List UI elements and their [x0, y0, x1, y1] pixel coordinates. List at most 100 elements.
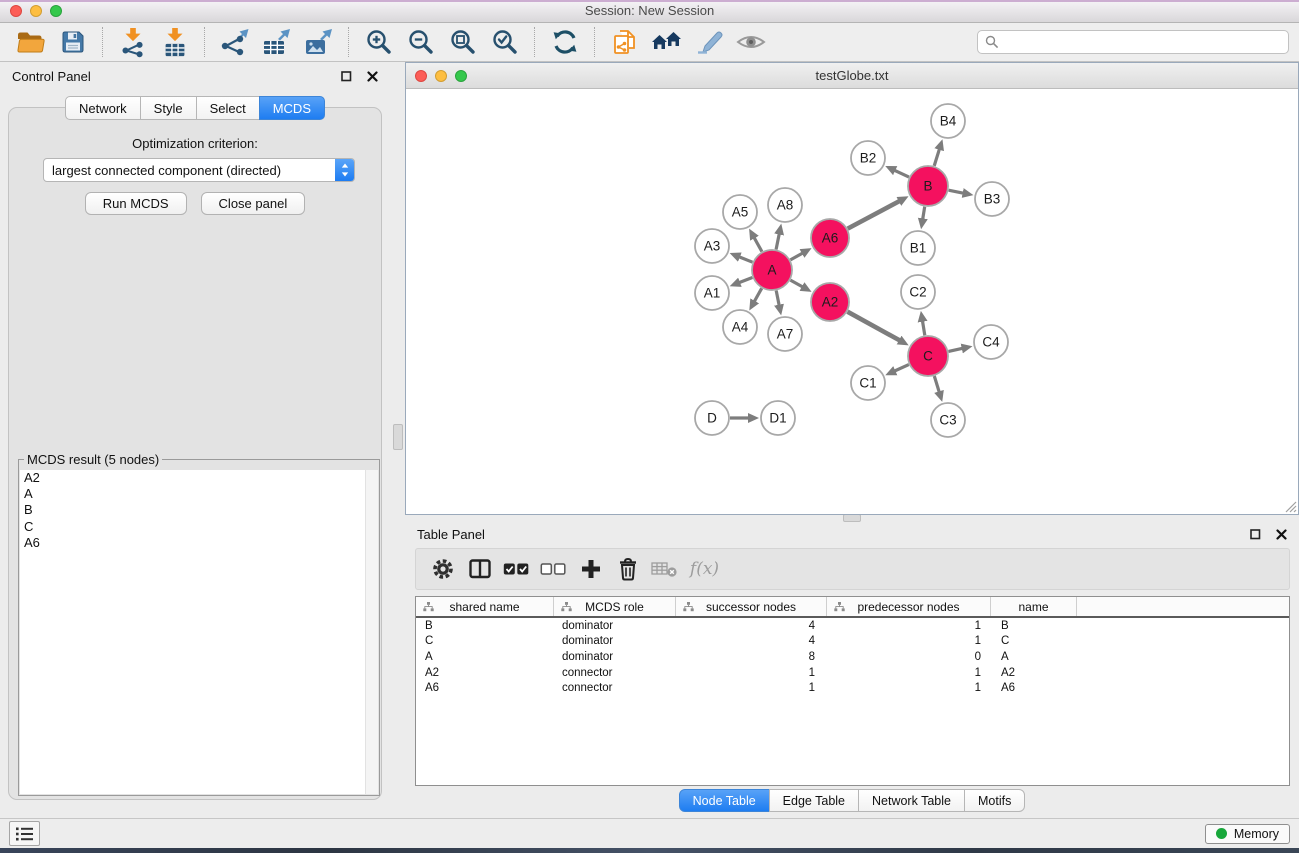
export-image-button[interactable]: [303, 26, 335, 58]
create-column-button[interactable]: [572, 552, 609, 586]
import-table-button[interactable]: [159, 26, 191, 58]
delete-column-button[interactable]: [609, 552, 646, 586]
table-row[interactable]: A2connector11A2: [416, 665, 1289, 681]
import-network-button[interactable]: [117, 26, 149, 58]
graph-edge[interactable]: [949, 348, 964, 351]
network-window-titlebar[interactable]: testGlobe.txt: [406, 63, 1298, 89]
float-panel-icon[interactable]: [1250, 529, 1261, 540]
graph-edge[interactable]: [738, 256, 753, 262]
table-cell[interactable]: B: [416, 620, 554, 632]
graph-edge[interactable]: [776, 291, 779, 307]
zoom-out-button[interactable]: [405, 26, 437, 58]
graph-edge[interactable]: [934, 148, 940, 166]
column-header[interactable]: successor nodes: [676, 597, 827, 616]
table-cell[interactable]: A: [991, 651, 1077, 663]
table-row[interactable]: A6connector11A6: [416, 680, 1289, 696]
table-cell[interactable]: 1: [827, 667, 991, 679]
table-cell[interactable]: dominator: [554, 620, 676, 632]
result-item[interactable]: A: [20, 486, 366, 502]
graph-edge[interactable]: [949, 190, 965, 193]
graph-edge[interactable]: [848, 201, 901, 229]
column-header[interactable]: shared name: [416, 597, 554, 616]
result-item[interactable]: A6: [20, 535, 366, 551]
graph-edge[interactable]: [922, 320, 925, 336]
table-cell[interactable]: connector: [554, 667, 676, 679]
table-cell[interactable]: C: [991, 635, 1077, 647]
tab-network[interactable]: Network: [65, 96, 141, 120]
close-panel-button[interactable]: Close panel: [201, 192, 306, 215]
table-cell[interactable]: A2: [991, 667, 1077, 679]
column-header[interactable]: MCDS role: [554, 597, 676, 616]
table-cell[interactable]: 4: [676, 635, 827, 647]
table-cell[interactable]: 8: [676, 651, 827, 663]
graph-edge[interactable]: [923, 207, 925, 221]
table-row[interactable]: Adominator80A: [416, 649, 1289, 665]
resize-grip-icon[interactable]: [1284, 500, 1297, 513]
table-cell[interactable]: C: [416, 635, 554, 647]
delete-table-button[interactable]: [646, 552, 683, 586]
save-session-button[interactable]: [57, 26, 89, 58]
column-header[interactable]: predecessor nodes: [827, 597, 991, 616]
tab-mcds[interactable]: MCDS: [259, 96, 325, 120]
function-builder-button[interactable]: f(x): [683, 552, 720, 586]
graph-edge[interactable]: [848, 312, 901, 341]
unselect-all-columns-button[interactable]: [535, 552, 572, 586]
result-item[interactable]: B: [20, 502, 366, 518]
graph-edge[interactable]: [894, 365, 909, 372]
tab-select[interactable]: Select: [196, 96, 260, 120]
table-cell[interactable]: A2: [416, 667, 554, 679]
table-row[interactable]: Bdominator41B: [416, 618, 1289, 634]
graph-edge[interactable]: [893, 170, 909, 177]
table-cell[interactable]: 0: [827, 651, 991, 663]
table-cell[interactable]: 1: [827, 620, 991, 632]
export-network-button[interactable]: [219, 26, 251, 58]
tab-edge-table[interactable]: Edge Table: [769, 789, 859, 812]
first-neighbors-button[interactable]: [651, 26, 683, 58]
zoom-in-button[interactable]: [363, 26, 395, 58]
float-panel-icon[interactable]: [341, 71, 352, 82]
tab-node-table[interactable]: Node Table: [679, 789, 770, 812]
graph-edge[interactable]: [790, 253, 803, 260]
table-cell[interactable]: A6: [416, 682, 554, 694]
result-item[interactable]: C: [20, 519, 366, 535]
close-panel-icon[interactable]: [1276, 529, 1287, 540]
show-column-button[interactable]: [461, 552, 498, 586]
export-table-button[interactable]: [261, 26, 293, 58]
graph-edge[interactable]: [754, 288, 762, 302]
graphics-details-button[interactable]: [693, 26, 725, 58]
table-settings-button[interactable]: [424, 552, 461, 586]
table-cell[interactable]: 1: [676, 682, 827, 694]
zoom-fit-button[interactable]: [447, 26, 479, 58]
table-cell[interactable]: B: [991, 620, 1077, 632]
search-field[interactable]: [977, 30, 1289, 54]
select-all-columns-button[interactable]: [498, 552, 535, 586]
graph-edge[interactable]: [738, 278, 752, 284]
zoom-selected-button[interactable]: [489, 26, 521, 58]
refresh-layout-button[interactable]: [549, 26, 581, 58]
optimization-criterion-select[interactable]: largest connected component (directed): [43, 158, 355, 182]
table-cell[interactable]: 4: [676, 620, 827, 632]
graph-edge[interactable]: [790, 280, 803, 287]
table-cell[interactable]: 1: [827, 635, 991, 647]
table-row[interactable]: Cdominator41C: [416, 634, 1289, 650]
open-session-button[interactable]: [15, 26, 47, 58]
column-header[interactable]: name: [991, 597, 1077, 616]
graph-edge[interactable]: [776, 233, 779, 250]
tab-motifs[interactable]: Motifs: [964, 789, 1025, 812]
close-panel-icon[interactable]: [367, 71, 378, 82]
result-item[interactable]: A2: [20, 470, 366, 486]
new-network-from-selection-button[interactable]: [609, 26, 641, 58]
vertical-splitter[interactable]: [390, 62, 405, 818]
result-scrollbar[interactable]: [365, 470, 378, 794]
table-cell[interactable]: A6: [991, 682, 1077, 694]
network-canvas[interactable]: B4B2BB3A5A8A6B1A3AA1C2A2A4A7C4CC1C3DD1: [406, 89, 1298, 514]
table-cell[interactable]: 1: [676, 667, 827, 679]
graph-edge[interactable]: [934, 376, 939, 393]
search-input[interactable]: [999, 34, 1281, 50]
tab-style[interactable]: Style: [140, 96, 197, 120]
run-mcds-button[interactable]: Run MCDS: [85, 192, 187, 215]
table-cell[interactable]: dominator: [554, 635, 676, 647]
table-cell[interactable]: connector: [554, 682, 676, 694]
table-cell[interactable]: dominator: [554, 651, 676, 663]
task-history-button[interactable]: [9, 821, 40, 846]
